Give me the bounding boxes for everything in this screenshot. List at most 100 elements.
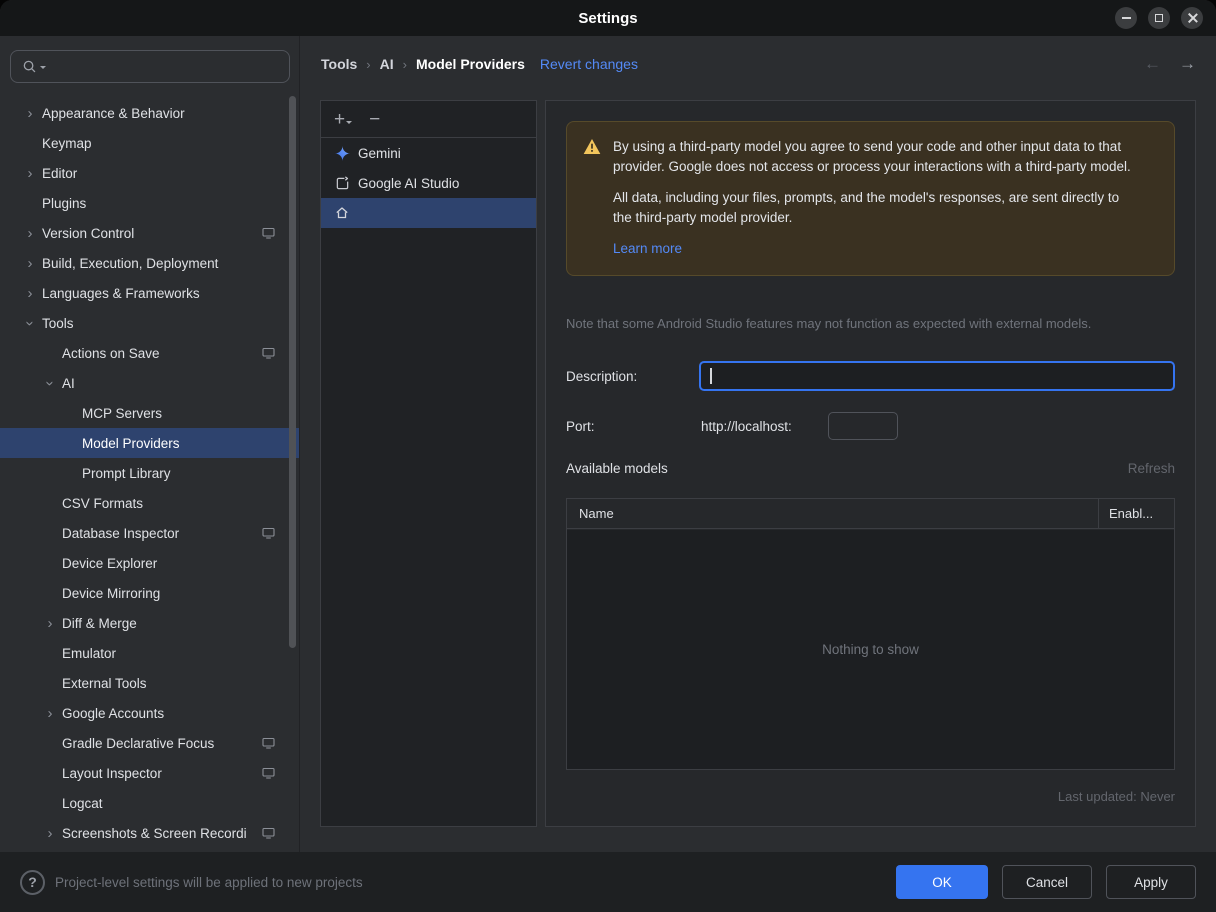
sidebar-item-mcp-servers[interactable]: MCP Servers (0, 398, 299, 428)
sidebar-item-appearance-behavior[interactable]: › Appearance & Behavior (0, 98, 299, 128)
sidebar-scrollbar[interactable] (289, 96, 296, 648)
sidebar-item-label: Version Control (42, 225, 135, 241)
help-button[interactable]: ? (20, 869, 45, 895)
sidebar-item-label: Layout Inspector (62, 765, 162, 781)
breadcrumb-ai[interactable]: AI (380, 56, 394, 72)
chevron-right-icon[interactable]: › (18, 106, 42, 121)
provider-item-google-ai-studio[interactable]: Google AI Studio (321, 168, 536, 198)
chevron-right-icon[interactable]: › (18, 166, 42, 181)
home-icon (334, 205, 350, 221)
revert-changes-link[interactable]: Revert changes (540, 56, 638, 72)
sidebar-item-languages-frameworks[interactable]: › Languages & Frameworks (0, 278, 299, 308)
chevron-right-icon[interactable]: › (38, 826, 62, 841)
column-header-name[interactable]: Name (567, 499, 1098, 528)
port-label: Port: (566, 419, 595, 434)
plus-icon: + (334, 108, 346, 130)
last-updated-text: Last updated: Never (1057, 789, 1175, 804)
chevron-right-icon[interactable]: › (38, 616, 62, 631)
sidebar-item-ai[interactable]: › AI (0, 368, 299, 398)
apply-button[interactable]: Apply (1106, 865, 1196, 899)
sidebar-item-gradle-declarative-focus[interactable]: Gradle Declarative Focus (0, 728, 299, 758)
sidebar-item-google-accounts[interactable]: › Google Accounts (0, 698, 299, 728)
sidebar-item-keymap[interactable]: Keymap (0, 128, 299, 158)
chevron-right-icon[interactable]: › (18, 226, 42, 241)
provider-item-label: Gemini (358, 145, 401, 161)
learn-more-link[interactable]: Learn more (613, 239, 682, 259)
sidebar-item-actions-on-save[interactable]: Actions on Save (0, 338, 299, 368)
minimize-icon (1121, 17, 1131, 19)
provider-item-new[interactable] (321, 198, 536, 228)
sidebar-item-label: Keymap (42, 135, 92, 151)
window-title: Settings (578, 9, 638, 27)
sidebar-item-layout-inspector[interactable]: Layout Inspector (0, 758, 299, 788)
search-history-caret-icon[interactable] (40, 66, 46, 72)
titlebar: Settings (0, 0, 1216, 36)
settings-search-input[interactable] (49, 59, 279, 74)
sidebar-item-external-tools[interactable]: External Tools (0, 668, 299, 698)
sidebar-item-label: MCP Servers (82, 405, 163, 421)
chevron-down-icon[interactable]: › (22, 311, 39, 335)
close-icon (1187, 13, 1197, 23)
external-models-note: Note that some Android Studio features m… (566, 316, 1092, 331)
chevron-right-icon[interactable]: › (38, 706, 62, 721)
breadcrumb-separator-icon: › (402, 56, 407, 72)
sidebar-item-logcat[interactable]: Logcat (0, 788, 299, 818)
available-models-label: Available models (566, 461, 668, 476)
sidebar-item-device-mirroring[interactable]: Device Mirroring (0, 578, 299, 608)
description-input[interactable] (699, 361, 1175, 391)
sidebar-item-screenshots-screen-recordi[interactable]: › Screenshots & Screen Recordi (0, 818, 299, 848)
settings-search-box[interactable] (10, 50, 290, 83)
chevron-down-icon[interactable]: › (42, 371, 59, 395)
minimize-button[interactable] (1115, 7, 1137, 29)
sidebar-item-label: Prompt Library (82, 465, 171, 481)
maximize-button[interactable] (1148, 7, 1170, 29)
description-label: Description: (566, 369, 638, 384)
warning-paragraph-1: By using a third-party model you agree t… (613, 139, 1131, 174)
ide-settings-badge-icon (262, 767, 275, 779)
sidebar-item-tools[interactable]: › Tools (0, 308, 299, 338)
close-button[interactable] (1181, 7, 1203, 29)
history-nav: ← → (1144, 54, 1196, 74)
cancel-button[interactable]: Cancel (1002, 865, 1092, 899)
sidebar-item-csv-formats[interactable]: CSV Formats (0, 488, 299, 518)
sidebar-item-version-control[interactable]: › Version Control (0, 218, 299, 248)
settings-sidebar: › Appearance & Behavior Keymap › Editor Plugi… (0, 36, 300, 852)
add-provider-button[interactable]: + (334, 108, 353, 130)
sidebar-item-label: External Tools (62, 675, 147, 691)
refresh-button[interactable]: Refresh (1128, 461, 1175, 476)
sidebar-item-database-inspector[interactable]: Database Inspector (0, 518, 299, 548)
sidebar-item-build-execution-deployment[interactable]: › Build, Execution, Deployment (0, 248, 299, 278)
table-header: Name Enabl... (567, 499, 1174, 529)
provider-list-panel: + − Gemini Google AI Studio (320, 100, 537, 827)
breadcrumb: Tools › AI › Model Providers Revert chan… (301, 36, 1216, 92)
sidebar-item-model-providers[interactable]: Model Providers (0, 428, 299, 458)
sidebar-item-emulator[interactable]: Emulator (0, 638, 299, 668)
window-controls (1115, 7, 1203, 29)
back-arrow-icon[interactable]: ← (1144, 54, 1161, 74)
sidebar-item-label: Google Accounts (62, 705, 165, 721)
provider-item-gemini[interactable]: Gemini (321, 138, 536, 168)
chevron-right-icon[interactable]: › (18, 286, 42, 301)
sidebar-item-prompt-library[interactable]: Prompt Library (0, 458, 299, 488)
sidebar-item-label: Languages & Frameworks (42, 285, 200, 301)
forward-arrow-icon[interactable]: → (1179, 54, 1196, 74)
sidebar-item-label: Gradle Declarative Focus (62, 735, 215, 751)
column-header-enabled[interactable]: Enabl... (1098, 499, 1174, 528)
sidebar-item-label: Emulator (62, 645, 117, 661)
ok-button[interactable]: OK (896, 865, 988, 899)
remove-provider-button[interactable]: − (369, 110, 380, 129)
sidebar-item-label: Tools (42, 315, 74, 331)
sidebar-item-device-explorer[interactable]: Device Explorer (0, 548, 299, 578)
sidebar-item-diff-merge[interactable]: › Diff & Merge (0, 608, 299, 638)
sidebar-item-plugins[interactable]: Plugins (0, 188, 299, 218)
table-empty-state: Nothing to show (567, 530, 1174, 769)
sidebar-item-label: Model Providers (82, 435, 180, 451)
settings-tree: › Appearance & Behavior Keymap › Editor Plugi… (0, 98, 299, 852)
ide-settings-badge-icon (262, 827, 275, 839)
chevron-right-icon[interactable]: › (18, 256, 42, 271)
localhost-prefix: http://localhost: (701, 419, 792, 434)
port-input[interactable] (828, 412, 898, 440)
sidebar-item-editor[interactable]: › Editor (0, 158, 299, 188)
warning-paragraph-2: All data, including your files, prompts,… (613, 190, 1120, 225)
breadcrumb-tools[interactable]: Tools (321, 56, 357, 72)
